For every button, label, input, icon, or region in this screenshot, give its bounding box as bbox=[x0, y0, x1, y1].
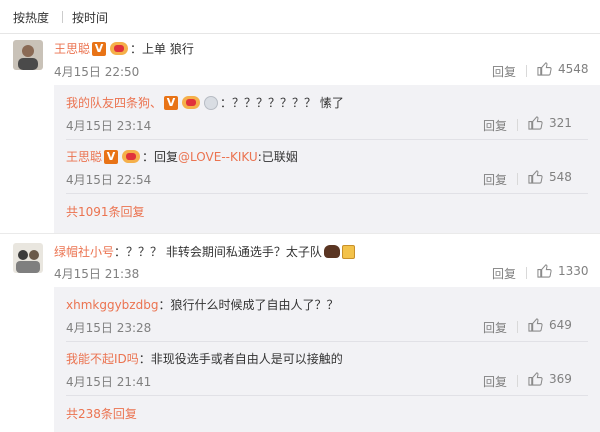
reply-text-prefix: ：回复 bbox=[142, 150, 179, 164]
like-count: 1330 bbox=[558, 263, 589, 278]
verified-v-badge-icon: V bbox=[104, 149, 119, 164]
comment-time: 4月15日 22:50 bbox=[54, 65, 140, 79]
reply-username[interactable]: 我能不起ID吗 bbox=[66, 350, 139, 367]
reply-username[interactable]: 王思聪 bbox=[66, 148, 102, 165]
comment-text: ：？？？ 非转会期间私通选手？太子队 bbox=[114, 245, 322, 259]
reply-time: 4月15日 22:54 bbox=[66, 173, 152, 187]
reply-divider bbox=[66, 341, 588, 342]
reply-header: xhmkggybzdbg ：狼行什么时候成了自由人了？？ bbox=[66, 296, 338, 313]
like-button[interactable]: 1330 bbox=[537, 263, 589, 278]
reply-time: 4月15日 23:28 bbox=[66, 321, 152, 335]
reply-username[interactable]: xhmkggybzdbg bbox=[66, 298, 158, 312]
mention-link[interactable]: @LOVE--KIKU bbox=[178, 150, 258, 164]
reply-text-suffix: :已联姻 bbox=[257, 150, 298, 164]
like-button[interactable]: 321 bbox=[528, 115, 572, 130]
comment-header: 王思聪 V ：上单 狼行 bbox=[54, 40, 194, 57]
like-button[interactable]: 369 bbox=[528, 371, 572, 386]
reply-header: 我能不起ID吗 ：非现役选手或者自由人是可以接触的 bbox=[66, 350, 343, 367]
sort-by-time-tab[interactable]: 按时间 bbox=[72, 9, 108, 26]
reply-button[interactable]: 回复 bbox=[483, 373, 507, 390]
reply-time: 4月15日 21:41 bbox=[66, 375, 152, 389]
like-count: 4548 bbox=[558, 61, 589, 76]
thumbs-up-icon bbox=[528, 372, 543, 386]
comment-time: 4月15日 21:38 bbox=[54, 267, 140, 281]
avatar[interactable] bbox=[13, 243, 43, 273]
thumbs-up-icon bbox=[528, 318, 543, 332]
thumbs-up-icon bbox=[528, 170, 543, 184]
like-button[interactable]: 4548 bbox=[537, 61, 589, 76]
verified-v-badge-icon: V bbox=[92, 41, 107, 56]
more-replies-link[interactable]: 共238条回复 bbox=[66, 405, 137, 422]
reply-header: 王思聪 V ：回复 @LOVE--KIKU :已联姻 bbox=[66, 148, 298, 165]
comment-text: ：上单 狼行 bbox=[130, 42, 194, 56]
like-button[interactable]: 649 bbox=[528, 317, 572, 332]
reply-divider bbox=[66, 193, 588, 194]
action-divider bbox=[526, 267, 527, 279]
sort-bar: 按热度 按时间 bbox=[0, 0, 600, 34]
action-divider bbox=[526, 65, 527, 77]
thumbs-up-icon bbox=[537, 264, 552, 278]
like-button[interactable]: 548 bbox=[528, 169, 572, 184]
like-count: 321 bbox=[549, 115, 572, 130]
comment-username[interactable]: 绿帽社小号 bbox=[54, 243, 114, 260]
reply-header: 我的队友四条狗、 V ：？？？？？？？ 愫了 bbox=[66, 94, 344, 111]
action-divider bbox=[517, 173, 518, 185]
more-replies-link[interactable]: 共1091条回复 bbox=[66, 203, 145, 220]
vip-crown-badge-icon bbox=[122, 150, 141, 163]
action-divider bbox=[517, 375, 518, 387]
reply-divider bbox=[66, 395, 588, 396]
avatar[interactable] bbox=[13, 40, 43, 70]
verified-v-badge-icon: V bbox=[164, 95, 179, 110]
reply-text: ：？？？？？？？ 愫了 bbox=[220, 96, 344, 110]
reply-button[interactable]: 回复 bbox=[483, 171, 507, 188]
sort-tab-divider bbox=[62, 11, 63, 23]
action-divider bbox=[517, 321, 518, 333]
reply-divider bbox=[66, 139, 588, 140]
avatar-photo-icon bbox=[13, 243, 43, 273]
reply-text: ：狼行什么时候成了自由人了？？ bbox=[158, 298, 339, 312]
vip-crown-badge-icon bbox=[182, 96, 201, 109]
like-count: 548 bbox=[549, 169, 572, 184]
like-count: 369 bbox=[549, 371, 572, 386]
thumbs-up-icon bbox=[537, 62, 552, 76]
reply-button[interactable]: 回复 bbox=[492, 265, 516, 282]
reply-username[interactable]: 我的队友四条狗、 bbox=[66, 94, 162, 111]
vip-crown-badge-icon bbox=[110, 42, 129, 55]
action-divider bbox=[517, 119, 518, 131]
reply-button[interactable]: 回复 bbox=[492, 63, 516, 80]
reply-button[interactable]: 回复 bbox=[483, 319, 507, 336]
sort-by-hot-tab[interactable]: 按热度 bbox=[13, 9, 49, 26]
like-count: 649 bbox=[549, 317, 572, 332]
medal-badge-icon bbox=[204, 95, 219, 110]
reply-time: 4月15日 23:14 bbox=[66, 119, 152, 133]
reply-button[interactable]: 回复 bbox=[483, 117, 507, 134]
bear-emoji-icon bbox=[323, 245, 340, 258]
thumbs-up-icon bbox=[528, 116, 543, 130]
beer-emoji-icon bbox=[341, 244, 355, 259]
comment-header: 绿帽社小号 ：？？？ 非转会期间私通选手？太子队 bbox=[54, 243, 355, 260]
comment-username[interactable]: 王思聪 bbox=[54, 40, 90, 57]
avatar-photo-icon bbox=[13, 40, 43, 70]
comment-divider bbox=[0, 233, 600, 234]
reply-text: ：非现役选手或者自由人是可以接触的 bbox=[138, 352, 343, 366]
